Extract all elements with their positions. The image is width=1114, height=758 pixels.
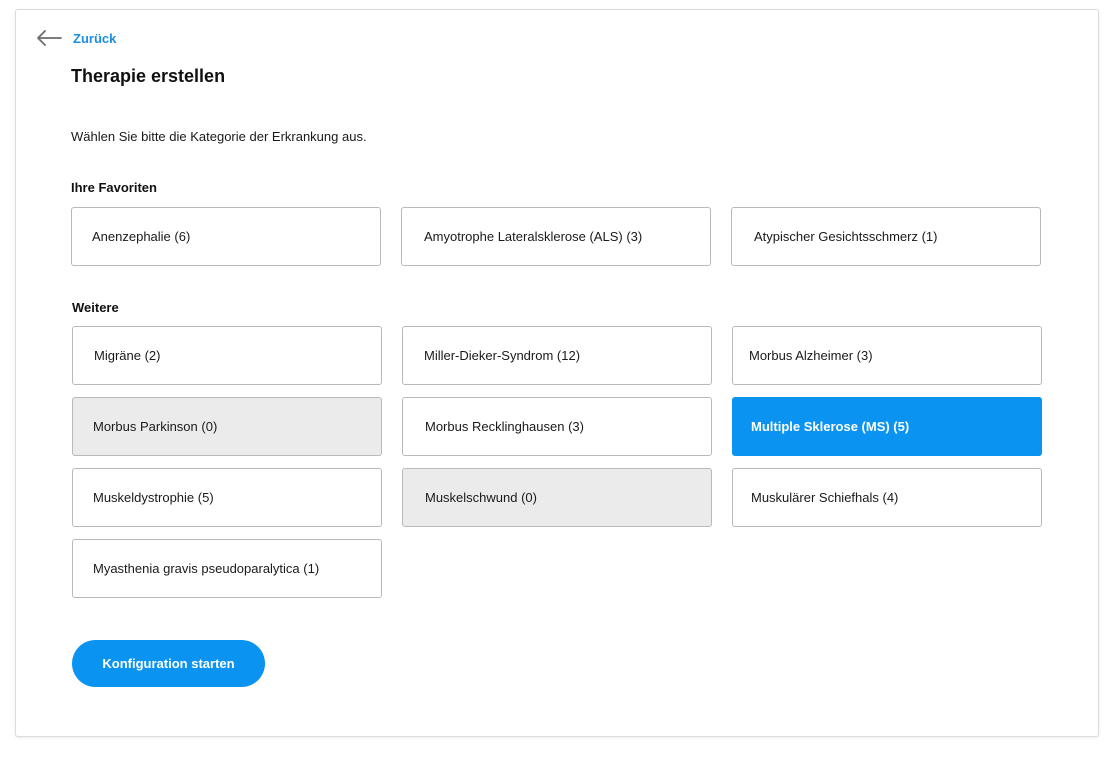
option-migraene[interactable]: Migräne (2) — [72, 326, 382, 385]
option-label: Miller-Dieker-Syndrom (12) — [424, 348, 581, 363]
option-label: Morbus Parkinson (0) — [93, 419, 218, 434]
option-morbus-parkinson: Morbus Parkinson (0) — [72, 397, 382, 456]
option-label: Muskeldystrophie (5) — [93, 490, 214, 505]
option-muskeldystrophie[interactable]: Muskeldystrophie (5) — [72, 468, 382, 527]
option-label: Atypischer Gesichtsschmerz (1) — [754, 229, 938, 244]
more-heading: Weitere — [72, 300, 119, 315]
option-label: Morbus Recklinghausen (3) — [425, 419, 584, 434]
favorite-option-als[interactable]: Amyotrophe Lateralsklerose (ALS) (3) — [401, 207, 711, 266]
instruction-text: Wählen Sie bitte die Kategorie der Erkra… — [71, 129, 367, 144]
option-label: Multiple Sklerose (MS) (5) — [751, 419, 910, 434]
option-morbus-recklinghausen[interactable]: Morbus Recklinghausen (3) — [402, 397, 712, 456]
option-label: Myasthenia gravis pseudoparalytica (1) — [93, 561, 320, 576]
option-label: Muskulärer Schiefhals (4) — [751, 490, 899, 505]
option-label: Migräne (2) — [94, 348, 161, 363]
back-label: Zurück — [73, 30, 117, 46]
favorites-heading: Ihre Favoriten — [71, 180, 157, 195]
option-label: Muskelschwund (0) — [425, 490, 537, 505]
option-label: Amyotrophe Lateralsklerose (ALS) (3) — [424, 229, 643, 244]
page-title: Therapie erstellen — [71, 66, 226, 86]
option-label: Anenzephalie (6) — [92, 229, 191, 244]
back-link[interactable]: Zurück — [36, 29, 116, 47]
option-miller-dieker[interactable]: Miller-Dieker-Syndrom (12) — [402, 326, 712, 385]
option-myasthenia-gravis[interactable]: Myasthenia gravis pseudoparalytica (1) — [72, 539, 382, 598]
option-morbus-alzheimer[interactable]: Morbus Alzheimer (3) — [732, 326, 1042, 385]
therapy-card: Zurück Therapie erstellen Wählen Sie bit… — [15, 9, 1099, 737]
option-multiple-sklerose[interactable]: Multiple Sklerose (MS) (5) — [732, 397, 1042, 456]
arrow-left-icon — [36, 29, 62, 47]
favorite-option-anenzephalie[interactable]: Anenzephalie (6) — [71, 207, 381, 266]
favorite-option-gesichtsschmerz[interactable]: Atypischer Gesichtsschmerz (1) — [731, 207, 1041, 266]
option-muskulaerer-schiefhals[interactable]: Muskulärer Schiefhals (4) — [732, 468, 1042, 527]
option-label: Morbus Alzheimer (3) — [749, 348, 873, 363]
start-configuration-button[interactable]: Konfiguration starten — [72, 640, 265, 687]
option-muskelschwund: Muskelschwund (0) — [402, 468, 712, 527]
